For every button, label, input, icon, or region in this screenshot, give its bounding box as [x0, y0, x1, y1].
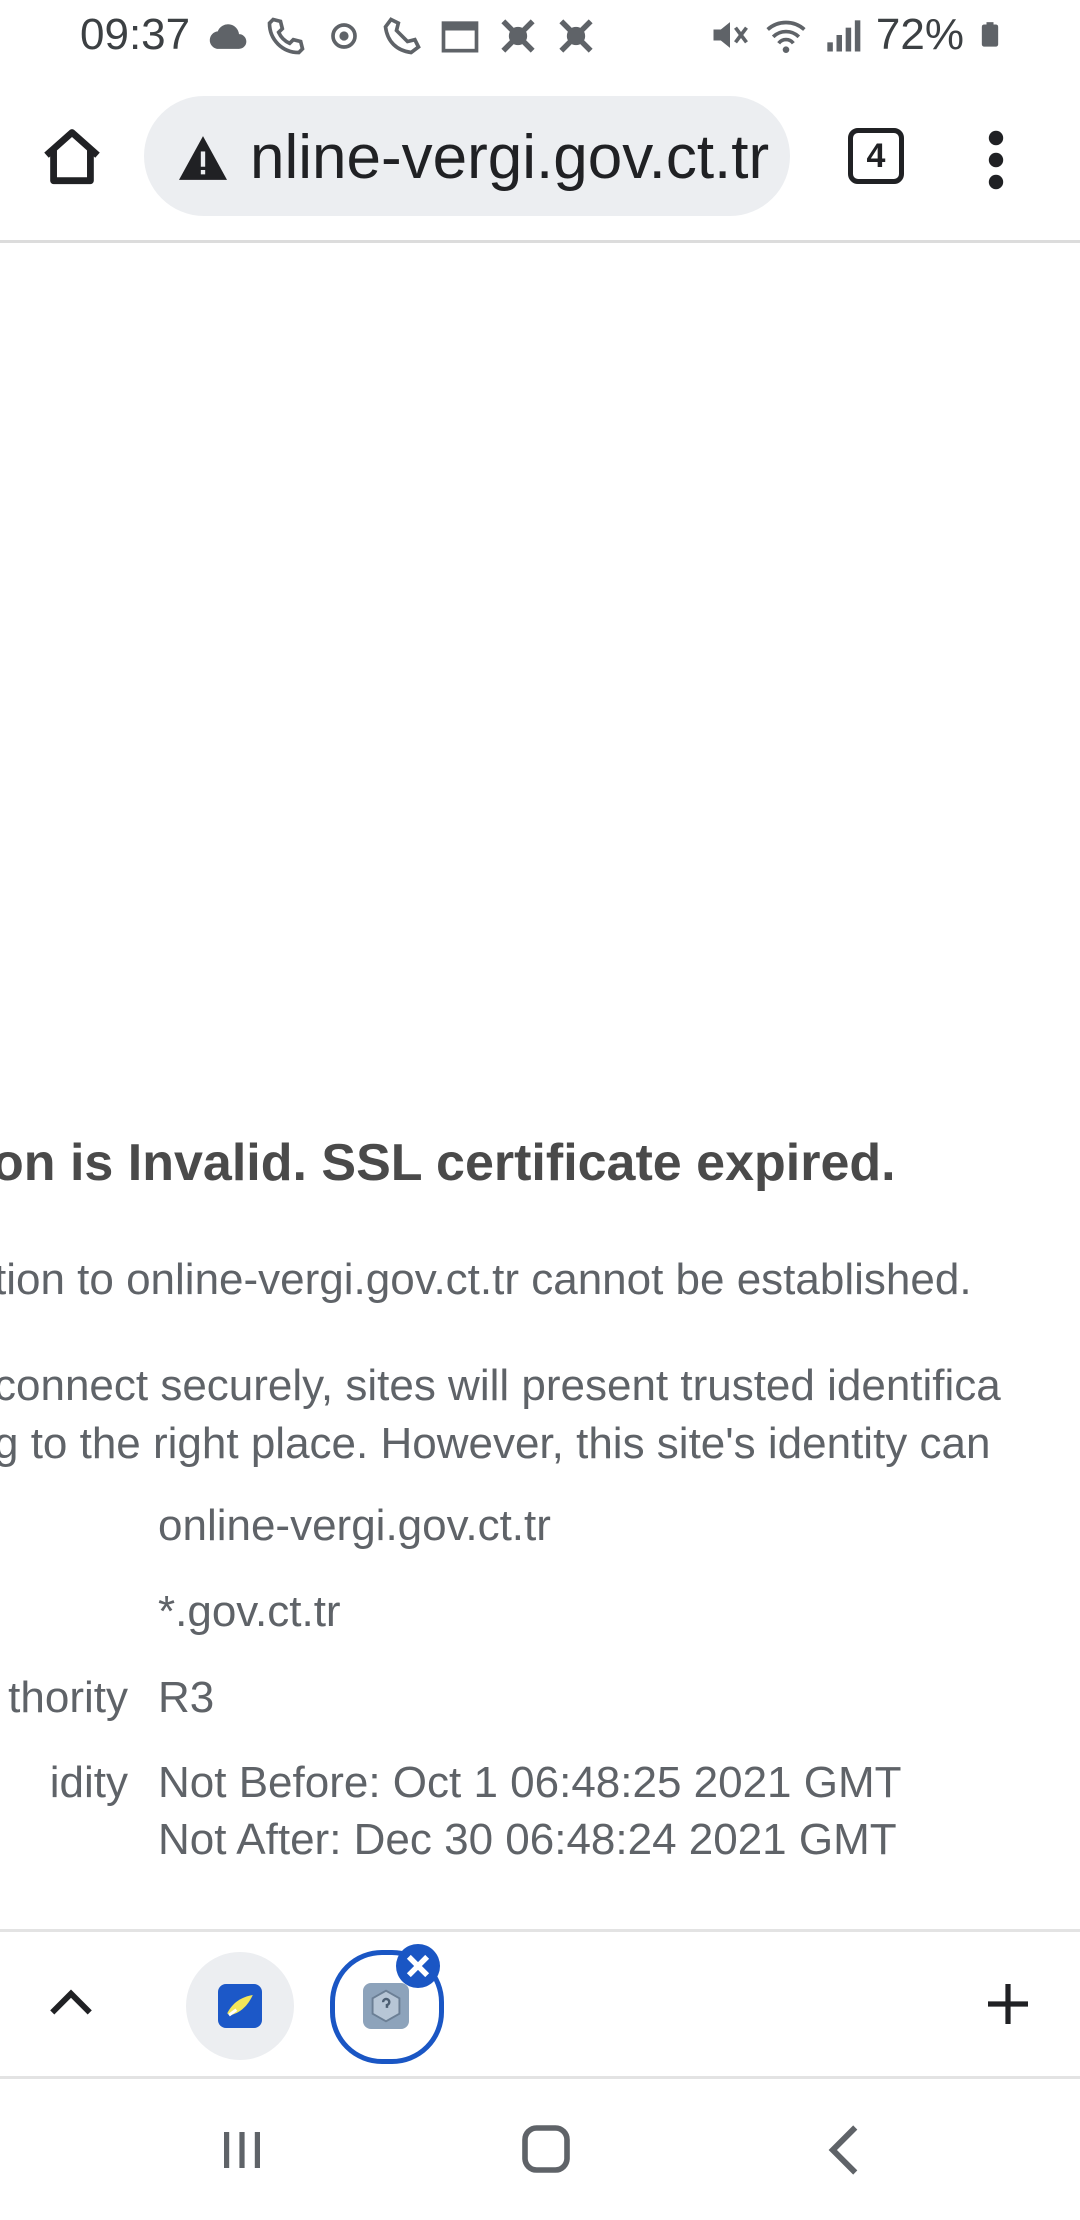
tab-switcher-button[interactable]: 4 [848, 128, 904, 184]
cert-row-subject: online-vergi.gov.ct.tr [0, 1501, 1080, 1559]
site-favicon-icon [227, 1995, 253, 2017]
browser-toolbar: nline-vergi.gov.ct.tr 4 [0, 84, 1080, 240]
cert-row-authority: thority R3 [0, 1673, 1080, 1731]
calendar-icon [441, 21, 479, 53]
cert-value: online-vergi.gov.ct.tr [158, 1501, 551, 1550]
error-paragraph-line: g to the right place. However, this site… [0, 1419, 991, 1468]
page-content: on is Invalid. SSL certificate expired. … [0, 243, 1080, 1929]
status-time: 09:37 [80, 10, 191, 59]
favicon-icon [363, 1983, 409, 2029]
cert-row-validity-end: Not After: Dec 30 06:48:24 2021 GMT [0, 1815, 1080, 1873]
error-paragraph-detail: connect securely, sites will present tru… [0, 1357, 1001, 1473]
location-icon [331, 23, 357, 49]
status-bar: 09:37 72% [0, 0, 1080, 72]
app-icon [501, 19, 535, 53]
warning-icon[interactable] [176, 134, 230, 182]
signal-icon [827, 20, 861, 52]
tab-thumbnail[interactable] [186, 1952, 294, 2060]
home-icon[interactable] [38, 124, 106, 192]
status-notification-icons [206, 14, 598, 58]
error-title: on is Invalid. SSL certificate expired. [0, 1134, 896, 1192]
cert-row-validity: idity Not Before: Oct 1 06:48:25 2021 GM… [0, 1758, 1080, 1816]
url-text[interactable]: nline-vergi.gov.ct.tr [250, 122, 769, 193]
status-system-icons: 72% [708, 10, 1004, 60]
tab-strip [0, 1932, 1080, 2076]
mute-icon [713, 22, 748, 48]
new-tab-icon[interactable] [984, 1980, 1032, 2028]
wifi-icon [766, 20, 806, 53]
more-menu-icon[interactable] [976, 128, 1016, 192]
close-tab-icon[interactable] [396, 1944, 440, 1988]
cube-favicon-icon [371, 1989, 401, 2023]
call-icon [267, 17, 305, 55]
cert-row-san: *.gov.ct.tr [0, 1587, 1080, 1645]
system-nav-bar [0, 2079, 1080, 2220]
favicon-icon [218, 1984, 262, 2028]
cert-value: Not Before: Oct 1 06:48:25 2021 GMT [158, 1758, 902, 1807]
battery-percent: 72% [875, 10, 964, 59]
phone-icon [383, 17, 421, 55]
cert-label: idity [49, 1758, 128, 1807]
cert-value: Not After: Dec 30 06:48:24 2021 GMT [158, 1815, 897, 1864]
cert-label: thority [8, 1673, 128, 1722]
url-bar[interactable]: nline-vergi.gov.ct.tr [144, 96, 790, 216]
app-icon [559, 19, 593, 53]
error-paragraph-line: connect securely, sites will present tru… [0, 1361, 1001, 1410]
chevron-up-icon[interactable] [46, 1982, 96, 2022]
cert-value: R3 [158, 1673, 215, 1722]
battery-icon [981, 22, 999, 47]
cert-value: *.gov.ct.tr [158, 1587, 341, 1636]
cloud-icon [209, 24, 247, 49]
home-nav-icon[interactable] [518, 2121, 574, 2177]
error-paragraph: tion to online-vergi.gov.ct.tr cannot be… [0, 1255, 972, 1304]
back-icon[interactable] [826, 2123, 862, 2177]
recents-icon[interactable] [218, 2125, 266, 2175]
